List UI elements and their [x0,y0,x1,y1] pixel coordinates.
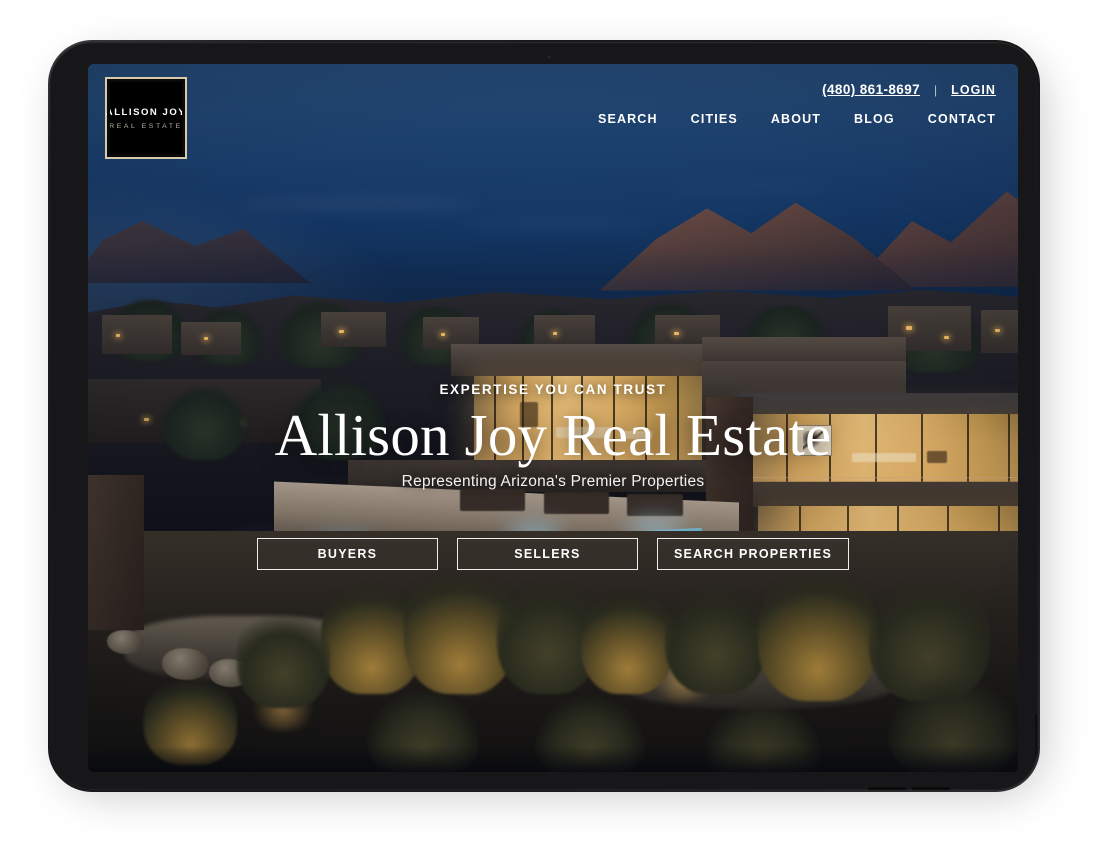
site-logo[interactable]: ALLISON JOY REAL ESTATE [105,77,187,159]
main-navigation: SEARCH CITIES ABOUT BLOG CONTACT [598,112,996,126]
tablet-screen: ALLISON JOY REAL ESTATE (480) 861-8697 |… [88,64,1018,772]
screenshot-canvas: ALLISON JOY REAL ESTATE (480) 861-8697 |… [0,0,1113,857]
nav-item-search[interactable]: SEARCH [598,112,658,126]
hero-headline: Allison Joy Real Estate [274,402,832,468]
nav-item-about[interactable]: ABOUT [771,112,821,126]
speaker-grille [868,787,906,790]
hero-cta-group: BUYERS SELLERS SEARCH PROPERTIES [88,538,1018,570]
hero-kicker: EXPERTISE YOU CAN TRUST [439,382,667,397]
nav-item-blog[interactable]: BLOG [854,112,895,126]
utility-separator: | [934,82,938,97]
logo-primary-text: ALLISON JOY [105,106,187,118]
speaker-grille [912,787,950,790]
login-link[interactable]: LOGIN [951,83,996,97]
phone-link[interactable]: (480) 861-8697 [822,82,920,97]
sellers-button[interactable]: SELLERS [456,538,638,570]
buyers-button[interactable]: BUYERS [256,538,438,570]
tablet-device-frame: ALLISON JOY REAL ESTATE (480) 861-8697 |… [48,40,1040,792]
tablet-bezel: ALLISON JOY REAL ESTATE (480) 861-8697 |… [50,42,1038,790]
logo-secondary-text: REAL ESTATE [109,122,183,130]
nav-item-cities[interactable]: CITIES [691,112,738,126]
utility-bar: (480) 861-8697 | LOGIN [822,82,996,97]
nav-item-contact[interactable]: CONTACT [928,112,996,126]
hero-subtitle: Representing Arizona's Premier Propertie… [401,472,705,490]
power-button[interactable] [1035,714,1038,756]
website-content: ALLISON JOY REAL ESTATE (480) 861-8697 |… [88,64,1018,772]
search-properties-button[interactable]: SEARCH PROPERTIES [656,538,850,570]
hero-text-block: EXPERTISE YOU CAN TRUST Allison Joy Real… [88,382,1018,491]
front-camera-icon [546,54,552,60]
